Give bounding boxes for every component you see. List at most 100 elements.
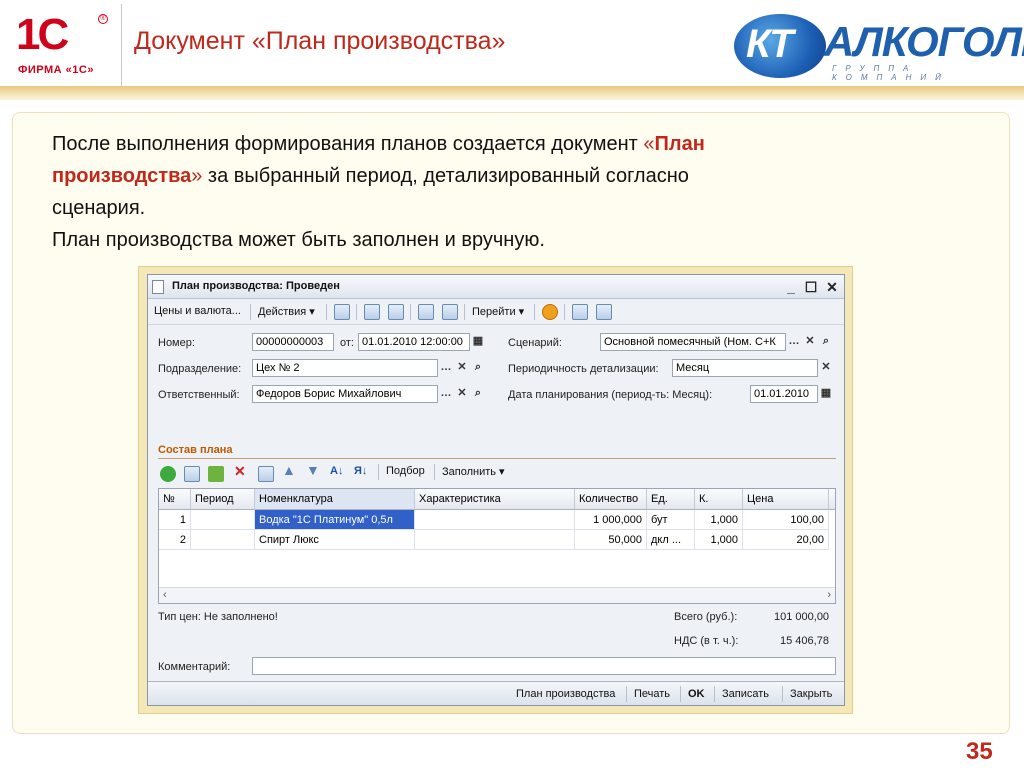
table-cell[interactable]: 50,000 (575, 530, 647, 550)
table-cell[interactable]: 20,00 (743, 530, 829, 550)
scroll-right-icon[interactable]: › (827, 589, 831, 601)
table-cell[interactable]: 1 (159, 510, 191, 530)
plan-table[interactable]: № Период Номенклатура Характеристика Кол… (158, 488, 836, 604)
table-cell[interactable] (191, 510, 255, 530)
tree-view-icon[interactable] (596, 304, 612, 320)
select-button[interactable]: … (438, 386, 454, 402)
table-cell[interactable]: 100,00 (743, 510, 829, 530)
horizontal-scrollbar[interactable]: ‹ › (159, 587, 835, 603)
structure-icon[interactable] (442, 304, 458, 320)
plan-date-field[interactable]: 01.01.2010 (750, 385, 818, 403)
move-down-icon[interactable]: ▼ (306, 462, 320, 478)
actions-menu[interactable]: Действия ▾ (258, 305, 315, 318)
copy-row-icon[interactable] (184, 466, 200, 482)
close-button[interactable]: Закрыть (790, 688, 832, 700)
movements-icon[interactable] (364, 304, 380, 320)
clear-icon[interactable]: ✕ (454, 386, 470, 402)
scroll-left-icon[interactable]: ‹ (163, 589, 167, 601)
delete-row-icon[interactable]: ✕ (234, 463, 246, 480)
column-header[interactable]: Количество (575, 489, 647, 510)
clear-icon[interactable]: ✕ (802, 334, 818, 350)
main-toolbar: Цены и валюта... Действия ▾ Перейти ▾ (148, 299, 844, 325)
print-button[interactable]: Печать (634, 688, 670, 700)
column-header[interactable]: Номенклатура (255, 489, 415, 510)
table-cell[interactable] (415, 510, 575, 530)
calendar-icon[interactable]: ▦ (818, 386, 834, 402)
price-type-label: Тип цен: Не заполнено! (158, 611, 278, 623)
search-icon[interactable]: ⌕ (470, 360, 486, 376)
search-icon[interactable]: ⌕ (470, 386, 486, 402)
table-cell[interactable]: 1,000 (695, 530, 743, 550)
window-titlebar[interactable]: План производства: Проведен _ ☐ ✕ (148, 275, 844, 299)
comment-field[interactable] (252, 657, 836, 675)
description: После выполнения формирования планов соз… (52, 128, 912, 256)
clear-icon[interactable]: ✕ (454, 360, 470, 376)
column-header[interactable] (829, 489, 835, 510)
column-header[interactable]: К. (695, 489, 743, 510)
bottom-buttons-bar: План производства Печать OK Записать Зак… (148, 681, 844, 705)
column-header[interactable]: № (159, 489, 191, 510)
edit-row-icon[interactable] (208, 466, 224, 482)
header-divider (121, 4, 122, 86)
sort-desc-icon[interactable]: Я↓ (354, 465, 367, 477)
save-button[interactable]: Записать (722, 688, 769, 700)
add-row-icon[interactable] (160, 466, 176, 482)
table-cell[interactable]: бут (647, 510, 695, 530)
clear-icon[interactable]: ✕ (818, 360, 834, 376)
slide-header: 1С ® ФИРМА «1С» Документ «План производс… (0, 0, 1024, 88)
comment-label: Комментарий: (158, 661, 231, 673)
post-icon[interactable] (334, 304, 350, 320)
minimize-icon[interactable]: _ (782, 278, 800, 296)
move-up-icon[interactable]: ▲ (282, 462, 296, 478)
end-edit-icon[interactable] (258, 466, 274, 482)
table-cell[interactable]: 1,000 (695, 510, 743, 530)
fill-menu[interactable]: Заполнить ▾ (442, 465, 505, 478)
table-cell[interactable]: Спирт Люкс (255, 530, 415, 550)
table-cell[interactable] (191, 530, 255, 550)
table-cell-selected[interactable]: Водка "1С Платинум" 0,5л (255, 510, 415, 530)
responsible-field[interactable]: Федоров Борис Михайлович (252, 385, 438, 403)
document-icon (152, 280, 164, 294)
select-button[interactable]: … (438, 360, 454, 376)
toolbar-separator (680, 686, 681, 702)
desc-highlight-1: План (654, 133, 705, 155)
table-cell[interactable] (415, 530, 575, 550)
scenario-field[interactable]: Основной помесячный (Ном. С+К (600, 333, 786, 351)
vat-value: 15 406,78 (780, 635, 829, 647)
sort-asc-icon[interactable]: A↓ (330, 465, 343, 477)
screenshot-frame: План производства: Проведен _ ☐ ✕ Цены и… (138, 266, 853, 714)
close-icon[interactable]: ✕ (823, 278, 841, 296)
period-field[interactable]: Месяц (672, 359, 818, 377)
table-cell[interactable]: 2 (159, 530, 191, 550)
kt-logo-letters: КТ (746, 22, 793, 66)
based-on-icon[interactable] (418, 304, 434, 320)
help-icon[interactable] (542, 304, 558, 320)
kt-logo-wordmark: АЛКОГОЛЬ (824, 18, 1024, 65)
select-button[interactable]: … (786, 334, 802, 350)
department-field[interactable]: Цех № 2 (252, 359, 438, 377)
number-field[interactable]: 00000000003 (252, 333, 334, 351)
desc-line3: сценария. (52, 197, 146, 219)
plan-print-button[interactable]: План производства (516, 688, 615, 700)
goto-menu[interactable]: Перейти ▾ (472, 305, 524, 318)
table-cell[interactable]: 1 000,000 (575, 510, 647, 530)
window-title: План производства: Проведен (172, 280, 340, 292)
refresh-icon[interactable] (388, 304, 404, 320)
ok-button[interactable]: OK (688, 688, 705, 700)
podbor-button[interactable]: Подбор (386, 465, 425, 477)
calendar-icon[interactable]: ▦ (470, 334, 486, 350)
desc-line1: После выполнения формирования планов соз… (52, 133, 644, 155)
search-icon[interactable]: ⌕ (818, 334, 834, 350)
column-header[interactable]: Цена (743, 489, 829, 510)
scenario-label: Сценарий: (508, 337, 562, 349)
column-header[interactable]: Ед. (647, 489, 695, 510)
prices-currency-button[interactable]: Цены и валюта... (154, 305, 241, 317)
table-cell[interactable]: дкл ... (647, 530, 695, 550)
column-header[interactable]: Период (191, 489, 255, 510)
column-header[interactable]: Характеристика (415, 489, 575, 510)
desc-quote-close: » (191, 165, 203, 187)
maximize-icon[interactable]: ☐ (802, 278, 820, 296)
plan-date-label: Дата планирования (период-ть: Месяц): (508, 389, 713, 401)
list-view-icon[interactable] (572, 304, 588, 320)
date-field[interactable]: 01.01.2010 12:00:00 (358, 333, 470, 351)
